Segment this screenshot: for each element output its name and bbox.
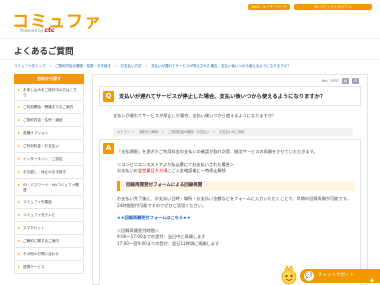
sidebar-item[interactable]: コミュファ光テレビ <box>14 209 84 222</box>
site-header: コミュファ Powered by ctc Web・ユーザーページ Myコミュファ… <box>0 0 380 36</box>
answer-paragraph: お支払いの翌営業日夕方頃にご入金確認後に一時停止解除 <box>117 168 355 175</box>
faq-meta: No：1937 ▤ A <box>322 78 359 84</box>
answer-text: お支払いの <box>117 168 138 173</box>
answer-badge: A <box>103 143 114 154</box>
logo-sub-prefix: Powered by <box>20 28 44 33</box>
chevron-up-icon: ▲ <box>370 277 374 283</box>
breadcrumb-item[interactable]: お支払い方法 <box>121 64 142 68</box>
sidebar-item[interactable]: コミュファ光電話 <box>14 196 84 209</box>
question-title: 支払いが遅れてサービスが停止した場合、支払い後いつから使えるようになりますか？ <box>119 94 326 100</box>
chat-support-label: チャットサポート <box>318 273 354 278</box>
sidebar-item[interactable]: スマホセット <box>14 222 84 235</box>
breadcrumb-item[interactable]: ご契約内容の確認・変更・お手続き <box>55 64 111 68</box>
sidebar-item[interactable]: 提携サービス <box>14 261 84 274</box>
sidebar-item[interactable]: ご解約に関するご案内 <box>14 235 84 248</box>
breadcrumb-item[interactable]: コミュファ光トップ <box>14 64 46 68</box>
question-badge: Q <box>103 91 114 102</box>
sidebar-item[interactable]: お申し込みをご検討中の方はこちら <box>14 84 84 101</box>
sidebar-item[interactable]: ご利用料金・お支払い <box>14 140 84 153</box>
question-box: Q 支払いが遅れてサービスが停止した場合、支払い後いつから使えるようになりますか… <box>99 86 361 106</box>
question-body: 支払いが遅れてサービスが停止した場合、支払い後いつから使えるようになりますか？ <box>113 113 277 118</box>
hours-line: 17:00～翌9:00までの受付：翌日11時頃に再開します <box>117 240 220 246</box>
breadcrumb: コミュファ光トップ＞ご契約内容の確認・変更・お手続き＞お支払い方法＞支払いが遅れ… <box>14 64 291 68</box>
sidebar-item[interactable]: ご契約内容・住所・継続 <box>14 114 84 127</box>
sidebar: 目的から探す お申し込みをご検討中の方はこちら ご利用開始・開通までのご案内 ご… <box>14 74 84 274</box>
answer-paragraph: 「支払期限」を過ぎたご利用料金の支払いの確認が取れ次第、順次サービスの再開をさせ… <box>117 149 318 154</box>
sidebar-item[interactable]: お引越し・休止のお手続き <box>14 166 84 179</box>
sidebar-item[interactable]: ID・パスワード・Myコミュファ関連 <box>14 179 84 196</box>
page-title: よくあるご質問 <box>14 47 74 57</box>
answer-paragraph: 24時間受付可能ですのでぜひご活用ください。 <box>117 202 207 208</box>
answer-content: 「支払期限」を過ぎたご利用料金の支払いの確認が取れ次第、順次サービスの再開をさせ… <box>117 149 355 247</box>
sidebar-item[interactable]: その他のお問い合わせ <box>14 248 84 261</box>
answer-box: A 「支払期限」を過ぎたご利用料金の支払いの確認が取れ次第、順次サービスの再開を… <box>99 139 361 285</box>
sidebar-item[interactable]: インターネット・ご設定 <box>14 153 84 166</box>
mascot-icon[interactable] <box>280 265 298 285</box>
title-bar: よくあるご質問 <box>0 38 380 60</box>
sidebar-item[interactable]: ご利用開始・開通までのご案内 <box>14 101 84 114</box>
print-icon[interactable]: ▤ <box>342 78 349 84</box>
faq-number: No：1937 <box>321 78 339 83</box>
web-user-page-button[interactable]: Web・ユーザーページ <box>248 4 290 10</box>
sidebar-heading: 目的から探す <box>14 74 84 84</box>
logo-sub-brand: ctc <box>44 27 55 34</box>
sidebar-item[interactable]: 各種オプション <box>14 127 84 140</box>
answer-paragraph: お支払い完了後に、お支払い日時・場所・お支払い金額などをフォームに入力いただくこ… <box>117 196 355 203</box>
text-size-icon[interactable]: A <box>352 78 359 84</box>
breadcrumb-current: 支払いが遅れてサービスが停止された場合、支払い後いつから使えるようになりますか？ <box>151 64 291 68</box>
answer-text: にご入金確認後に一時停止解除 <box>167 168 226 173</box>
highlight-text: 翌営業日夕方頃 <box>137 168 168 173</box>
faq-main-panel: No：1937 ▤ A Q 支払いが遅れてサービスが停止した場合、支払い後いつか… <box>92 74 368 285</box>
chat-bubble-icon: 💬 <box>304 271 314 281</box>
reconnect-form-heading: 回線再開受付フォームによる回線再開 <box>117 180 355 191</box>
answer-text: お支払い完了後に、お支払い日時・場所・お支払い金額などをフォームに入力いただくこ… <box>117 196 351 201</box>
my-commufa-login-button[interactable]: Myコミュファ ログイン <box>294 4 372 10</box>
reconnect-form-link[interactable]: ★★回線再開受付フォームはこちら★★ <box>117 215 355 222</box>
chat-support-button[interactable]: 💬 チャットサポート ▲ <box>300 269 380 283</box>
logo-subtitle: Powered by ctc <box>20 27 54 34</box>
question-category-tags: カテゴリー： 契約から解約 ＞ ご利用料金の確認・お支払い ＞ お支払いのご利用 <box>113 128 353 136</box>
